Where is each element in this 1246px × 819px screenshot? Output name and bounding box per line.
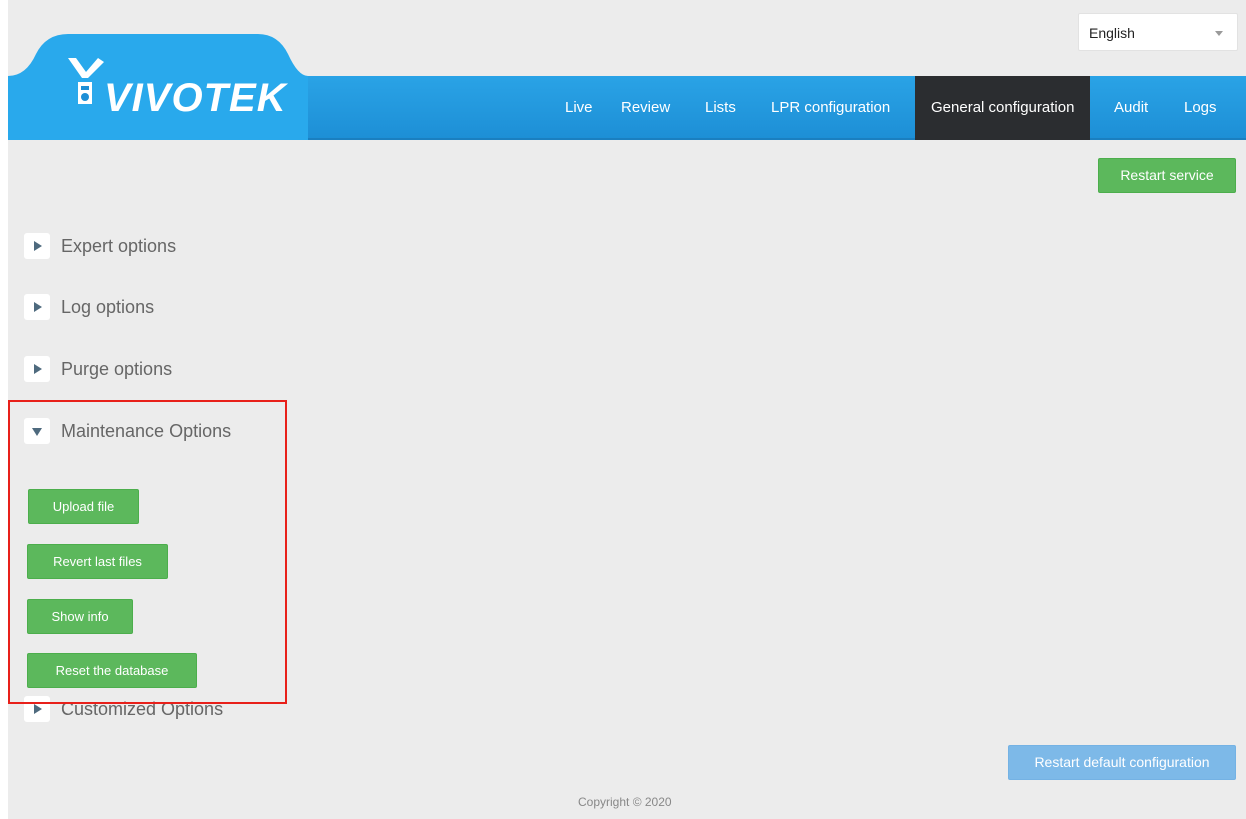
language-select-value: English bbox=[1089, 25, 1135, 41]
language-select[interactable]: English bbox=[1078, 13, 1238, 51]
section-label: Purge options bbox=[61, 359, 173, 379]
upload-file-button[interactable]: Upload file bbox=[28, 489, 139, 524]
vivotek-logo-icon bbox=[68, 58, 104, 104]
section-label: Log options bbox=[61, 297, 155, 317]
section-label: Maintenance Options bbox=[61, 421, 232, 441]
section-label: Customized Options bbox=[61, 699, 224, 719]
section-label: Expert options bbox=[61, 236, 177, 256]
restart-service-button[interactable]: Restart service bbox=[1098, 158, 1236, 193]
chevron-down-icon bbox=[1215, 31, 1223, 36]
nav-general-configuration[interactable]: General configuration bbox=[915, 76, 1091, 140]
nav-live[interactable]: Live bbox=[557, 76, 601, 140]
caret-right-icon bbox=[34, 364, 42, 374]
brand-logo-text: VIVOTEK bbox=[104, 76, 287, 120]
copyright-text: Copyright © 2020 bbox=[578, 795, 672, 809]
expand-toggle[interactable] bbox=[24, 294, 50, 320]
show-info-button[interactable]: Show info bbox=[27, 599, 133, 634]
expand-toggle[interactable] bbox=[24, 696, 50, 722]
collapse-toggle[interactable] bbox=[24, 418, 50, 444]
nav-review[interactable]: Review bbox=[613, 76, 678, 140]
nav-logs[interactable]: Logs bbox=[1176, 76, 1225, 140]
expand-toggle[interactable] bbox=[24, 233, 50, 259]
expand-toggle[interactable] bbox=[24, 356, 50, 382]
revert-last-files-button[interactable]: Revert last files bbox=[27, 544, 168, 579]
caret-right-icon bbox=[34, 704, 42, 714]
caret-down-icon bbox=[32, 428, 42, 436]
caret-right-icon bbox=[34, 302, 42, 312]
nav-lpr-configuration[interactable]: LPR configuration bbox=[763, 76, 898, 140]
nav-audit[interactable]: Audit bbox=[1106, 76, 1156, 140]
restart-default-configuration-button[interactable]: Restart default configuration bbox=[1008, 745, 1236, 780]
caret-right-icon bbox=[34, 241, 42, 251]
reset-database-button[interactable]: Reset the database bbox=[27, 653, 197, 688]
nav-lists[interactable]: Lists bbox=[697, 76, 744, 140]
